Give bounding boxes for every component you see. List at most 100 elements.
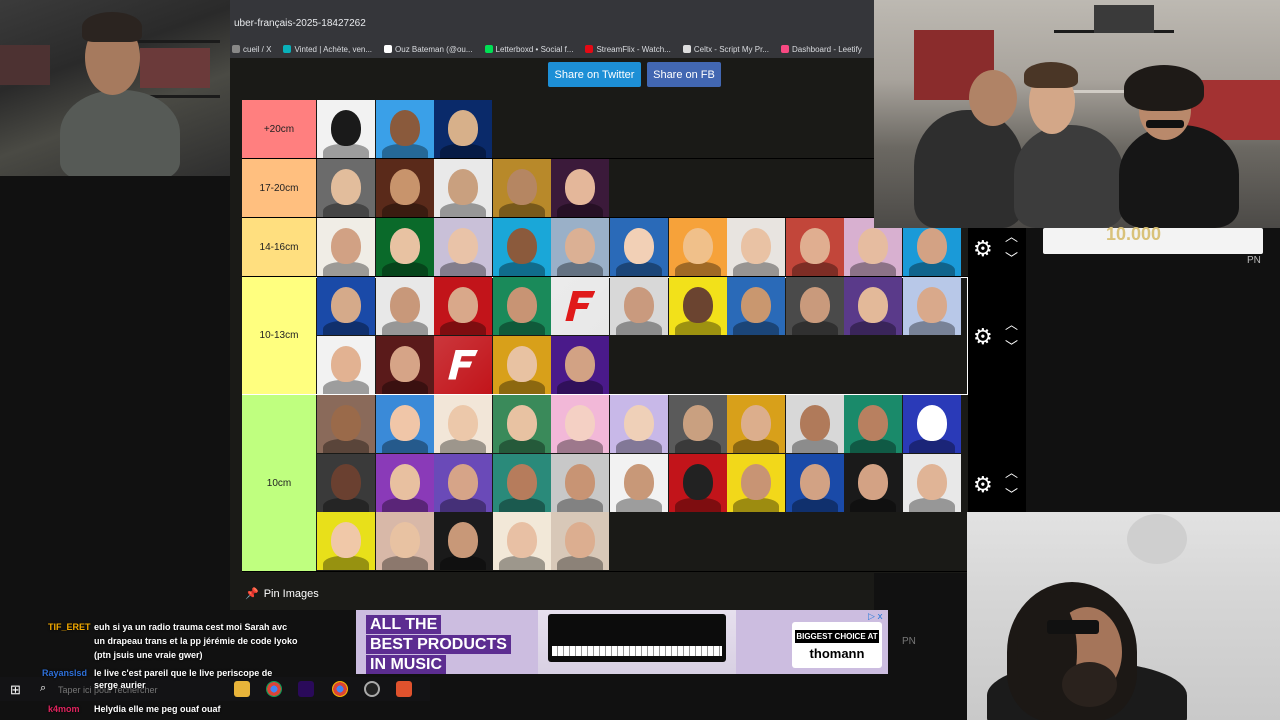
pin-images-toggle[interactable]: 📌 Pin Images — [245, 587, 319, 601]
tier-item-image[interactable] — [317, 277, 375, 335]
tier-item-image[interactable] — [375, 453, 434, 512]
tier-items — [317, 100, 967, 159]
gear-icon[interactable]: ⚙ — [973, 326, 993, 348]
tier-item-image[interactable] — [317, 159, 375, 217]
chevron-up-icon[interactable]: ︿ — [1005, 466, 1018, 479]
tier-label[interactable]: 14-16cm — [242, 218, 316, 276]
tier-item-image[interactable] — [668, 277, 727, 335]
tier-item-image[interactable] — [317, 512, 375, 570]
tier-item-image[interactable] — [609, 277, 668, 335]
tier-item-image[interactable] — [492, 335, 551, 394]
tier-item-image[interactable] — [375, 218, 434, 276]
tier-item-image[interactable] — [609, 218, 668, 276]
ad-banner[interactable]: ALL THE BEST PRODUCTS IN MUSIC BIGGEST C… — [356, 610, 888, 674]
tier-item-image[interactable] — [434, 453, 493, 512]
tier-item-image[interactable] — [492, 395, 551, 453]
bookmark-item[interactable]: Dashboard - Leetify — [780, 45, 862, 54]
coin-value: 10.000 — [1106, 224, 1162, 244]
tier-item-image[interactable] — [375, 159, 434, 217]
tier-label[interactable]: 17-20cm — [242, 159, 316, 217]
tier-item-image[interactable] — [668, 395, 727, 453]
share-fb-button[interactable]: Share on FB — [647, 62, 721, 87]
tier-items — [317, 395, 967, 571]
tier-item-image[interactable] — [551, 335, 610, 394]
tier-item-image[interactable] — [785, 218, 844, 276]
tier-item-image[interactable] — [434, 218, 493, 276]
tier-item-image[interactable] — [551, 277, 610, 335]
tier-item-image[interactable] — [902, 277, 961, 335]
chevron-down-icon[interactable]: ﹀ — [1005, 340, 1018, 353]
tier-item-image[interactable] — [317, 453, 375, 512]
tier-item-image[interactable] — [492, 453, 551, 512]
tier-item-image[interactable] — [551, 395, 610, 453]
tier-item-image[interactable] — [375, 512, 434, 570]
tier-item-image[interactable] — [902, 395, 961, 453]
tier-item-image[interactable] — [434, 335, 493, 394]
tier-item-image[interactable] — [375, 100, 434, 158]
bookmark-favicon-icon — [780, 45, 789, 53]
ad-tagline: BIGGEST CHOICE AT — [795, 630, 879, 643]
share-twitter-button[interactable]: Share on Twitter — [548, 62, 641, 87]
ad-choices-icon[interactable]: ▷ ⅹ — [868, 611, 883, 622]
tier-item-image[interactable] — [844, 453, 903, 512]
address-bar[interactable]: uber-français-2025-18427262 — [230, 0, 874, 40]
gear-icon[interactable]: ⚙ — [973, 238, 993, 260]
bookmark-item[interactable]: Letterboxd • Social f... — [484, 45, 573, 54]
tier-item-image[interactable] — [727, 395, 786, 453]
chevron-up-icon[interactable]: ︿ — [1005, 318, 1018, 331]
tier-item-image[interactable] — [785, 453, 844, 512]
tier-item-image[interactable] — [551, 218, 610, 276]
gear-icon[interactable]: ⚙ — [973, 474, 993, 496]
chat-message: serge aurier — [94, 680, 146, 690]
bookmark-item[interactable]: Vinted | Achète, ven... — [283, 45, 372, 54]
tier-item-image[interactable] — [434, 159, 493, 217]
tier-item-image[interactable] — [785, 277, 844, 335]
tier-label[interactable]: 10-13cm — [242, 277, 316, 394]
tier-item-image[interactable] — [317, 218, 375, 276]
chevron-up-icon[interactable]: ︿ — [1005, 230, 1018, 243]
tier-item-image[interactable] — [492, 159, 551, 217]
app-icon[interactable] — [396, 681, 412, 697]
tier-item-image[interactable] — [609, 453, 668, 512]
tier-item-image[interactable] — [434, 277, 493, 335]
tier-item-image[interactable] — [317, 335, 375, 394]
tier-item-image[interactable] — [902, 453, 961, 512]
tier-item-image[interactable] — [317, 395, 375, 453]
tier-item-image[interactable] — [668, 453, 727, 512]
tier-item-image[interactable] — [668, 218, 727, 276]
tier-item-image[interactable] — [551, 512, 610, 570]
tier-item-image[interactable] — [785, 395, 844, 453]
chat-message: (ptn jsuis une vraie gwer) — [94, 650, 203, 660]
tier-label[interactable]: +20cm — [242, 100, 316, 158]
bookmark-item[interactable]: cueil / X — [232, 45, 271, 54]
tier-item-image[interactable] — [492, 277, 551, 335]
tier-item-image[interactable] — [492, 512, 551, 570]
bookmark-item[interactable]: Celtx - Script My Pr... — [682, 45, 769, 54]
chevron-down-icon[interactable]: ﹀ — [1005, 488, 1018, 501]
tier-item-image[interactable] — [317, 100, 375, 158]
tier-item-image[interactable] — [609, 395, 668, 453]
tier-item-image[interactable] — [727, 277, 786, 335]
tier-item-image[interactable] — [727, 453, 786, 512]
tier-item-image[interactable] — [434, 512, 493, 570]
tier-item-image[interactable] — [434, 395, 493, 453]
tier-item-image[interactable] — [375, 335, 434, 394]
tier-item-image[interactable] — [375, 395, 434, 453]
ad-headline: ALL THE BEST PRODUCTS IN MUSIC — [366, 615, 538, 674]
tier-item-image[interactable] — [844, 277, 903, 335]
bookmark-item[interactable]: Ouz Bateman (@ou... — [384, 45, 473, 54]
tier-item-image[interactable] — [434, 100, 493, 158]
tier-item-image[interactable] — [844, 395, 903, 453]
chevron-down-icon[interactable]: ﹀ — [1005, 252, 1018, 265]
tier-item-image[interactable] — [375, 277, 434, 335]
row-controls-10: ⚙ ︿ ﹀ — [968, 396, 1026, 512]
tier-item-image[interactable] — [727, 218, 786, 276]
tier-item-image[interactable] — [551, 453, 610, 512]
tier-row: 10-13cm — [242, 277, 968, 395]
url-text[interactable]: uber-français-2025-18427262 — [234, 18, 366, 29]
obs-icon[interactable] — [364, 681, 380, 697]
tier-label[interactable]: 10cm — [242, 395, 316, 571]
tier-item-image[interactable] — [551, 159, 610, 217]
tier-item-image[interactable] — [492, 218, 551, 276]
bookmark-item[interactable]: StreamFlix - Watch... — [585, 45, 671, 54]
